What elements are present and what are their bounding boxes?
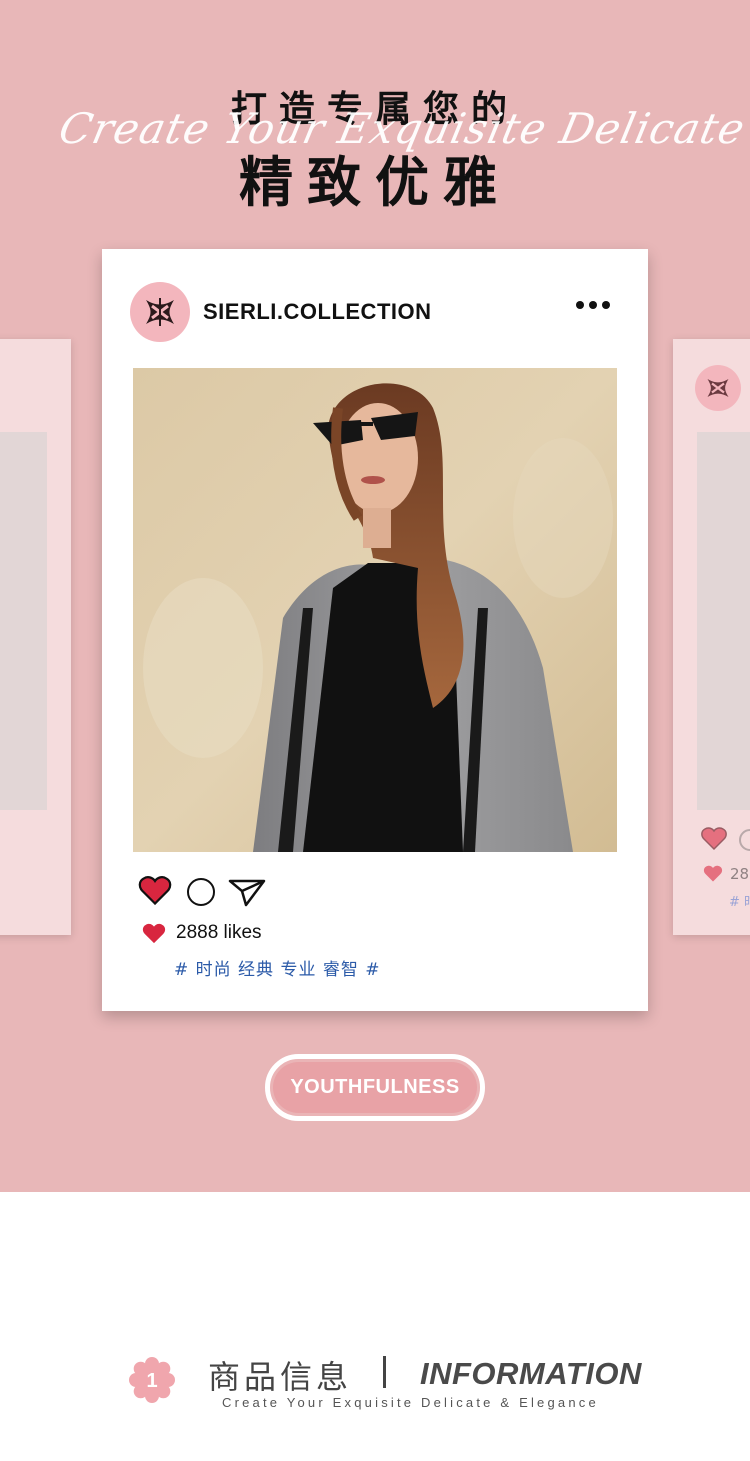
section-number: 1: [146, 1370, 157, 1392]
side-post-card-left[interactable]: [0, 339, 71, 935]
divider: [383, 1356, 386, 1388]
post-photo[interactable]: [133, 368, 617, 852]
like-heart-icon: [703, 865, 723, 882]
side-photo-placeholder: [0, 432, 47, 810]
flower-number-icon: 1: [129, 1357, 175, 1403]
post-card: SIERLI.COLLECTION 2888 likes # 时尚 经典 专业 …: [102, 249, 648, 1011]
comment-icon[interactable]: [187, 878, 215, 906]
heart-icon[interactable]: [701, 827, 727, 851]
info-title-cn: 商品信息: [208, 1358, 353, 1396]
model-photo-illustration: [133, 368, 617, 852]
like-heart-icon: [142, 923, 166, 944]
comment-icon[interactable]: [739, 829, 750, 851]
side-photo-placeholder: [697, 432, 750, 810]
info-subtitle: Create Your Exquisite Delicate & Eleganc…: [222, 1395, 599, 1410]
post-username[interactable]: SIERLI.COLLECTION: [203, 299, 432, 325]
headline-main: 精致优雅: [239, 151, 511, 214]
logo-icon: [707, 379, 729, 397]
share-icon[interactable]: [228, 877, 266, 907]
avatar[interactable]: [130, 282, 190, 342]
heart-icon[interactable]: [138, 876, 172, 906]
hashtags[interactable]: # 时尚 经典 专业 睿智 #: [174, 955, 381, 980]
logo-icon: [146, 298, 174, 326]
side-avatar: [695, 365, 741, 411]
more-icon[interactable]: [576, 301, 610, 309]
hero-section: 打造专属您的 Create Your Exquisite Delicate & …: [0, 0, 750, 1192]
info-title-en: INFORMATION: [420, 1356, 642, 1391]
youthfulness-button[interactable]: YOUTHFULNESS: [265, 1054, 485, 1121]
side-post-card-right[interactable]: 288 # 时: [673, 339, 750, 935]
side-likes-count: 288: [730, 865, 750, 883]
side-hashtags[interactable]: # 时: [729, 891, 750, 910]
youthfulness-label: YOUTHFULNESS: [290, 1076, 460, 1098]
likes-count: 2888 likes: [176, 922, 262, 943]
